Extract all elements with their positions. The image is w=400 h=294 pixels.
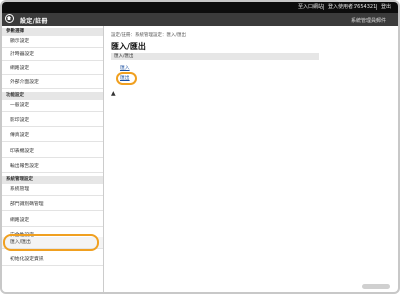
sidebar-item-network-pref[interactable]: 網路設定: [2, 63, 103, 75]
portal-link[interactable]: 至入口網站: [298, 4, 323, 10]
browser-frame: 至入口網站 登入使用者： 7654321 登出 設定/註冊 系統管理員郵件 參數…: [0, 0, 400, 294]
page-title: 匯入/匯出: [111, 42, 146, 51]
sidebar-item-network[interactable]: 網路設定: [2, 215, 103, 227]
divider: [323, 4, 324, 10]
breadcrumb: 設定/註冊：系統管理設定：匯入/匯出: [111, 33, 187, 38]
divider: [376, 4, 377, 10]
sidebar: 參數選擇 顯示設定 計時器設定 網路設定 外部介面設定 功能設定 一般設定 影印…: [2, 26, 104, 292]
sidebar-highlight-ring: [3, 234, 99, 251]
import-link[interactable]: 匯入: [120, 64, 130, 71]
sidebar-item-system-management[interactable]: 系統管理: [2, 184, 103, 196]
sidebar-item-report[interactable]: 輸出報告設定: [2, 161, 103, 173]
sidebar-item-initialize[interactable]: 初始化設定資訊: [2, 254, 103, 266]
page-header-title: 設定/註冊: [20, 18, 48, 25]
sidebar-item-copy[interactable]: 影印設定: [2, 115, 103, 127]
footer-logo: [362, 284, 390, 289]
title-bar: 設定/註冊 系統管理員郵件: [2, 13, 398, 26]
export-highlight-ring: [116, 72, 137, 85]
sidebar-item-department-id[interactable]: 部門識別碼管理: [2, 199, 103, 211]
sidebar-group-function: 功能設定: [2, 92, 103, 100]
admin-mail-link[interactable]: 系統管理員郵件: [351, 17, 386, 24]
sidebar-item-general[interactable]: 一般設定: [2, 100, 103, 112]
login-user-name: 7654321: [354, 4, 377, 10]
home-icon[interactable]: [5, 14, 14, 23]
section-header: 匯入/匯出: [111, 53, 319, 60]
logout-link[interactable]: 登出: [381, 4, 391, 10]
top-bar: 至入口網站 登入使用者： 7654321 登出: [2, 2, 398, 13]
sidebar-group-management: 系統管理設定: [2, 176, 103, 184]
sidebar-item-external-interface[interactable]: 外部介面設定: [2, 77, 103, 89]
main-content: 設定/註冊：系統管理設定：匯入/匯出 匯入/匯出 匯入/匯出 匯入 匯出 ▲: [103, 26, 398, 292]
sidebar-group-preferences: 參數選擇: [2, 28, 103, 36]
sidebar-item-timer[interactable]: 計時器設定: [2, 49, 103, 61]
sidebar-item-fax[interactable]: 傳真設定: [2, 130, 103, 142]
sidebar-item-printer[interactable]: 印表機設定: [2, 146, 103, 158]
sidebar-item-display[interactable]: 顯示設定: [2, 36, 103, 48]
back-to-top-icon[interactable]: ▲: [111, 90, 116, 97]
